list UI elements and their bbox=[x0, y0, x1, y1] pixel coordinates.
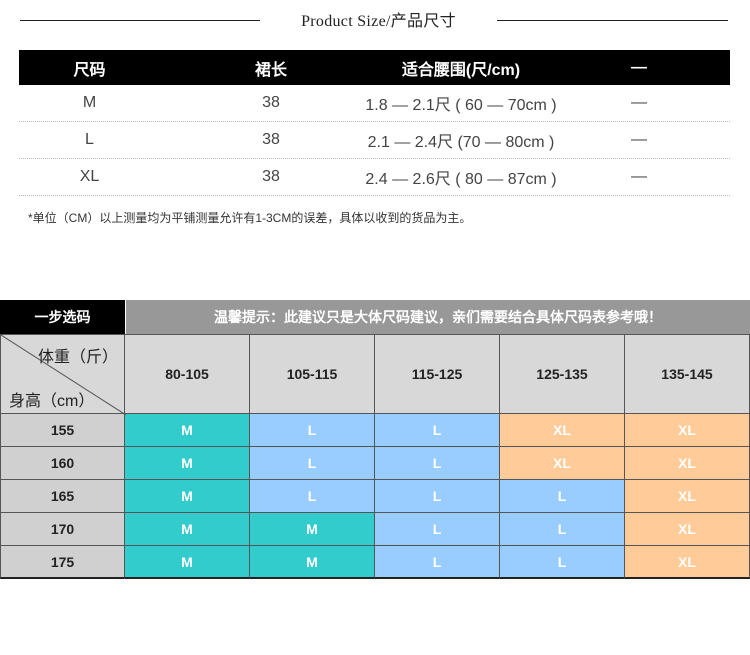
table-row: L 38 2.1 — 2.4尺 (70 — 80cm ) — bbox=[19, 122, 730, 159]
weight-range: 135-145 bbox=[625, 334, 750, 414]
recommended-size: L bbox=[500, 513, 625, 546]
height-value: 155 bbox=[0, 414, 125, 447]
recommendation-tip: 温馨提示：此建议只是大体尺码建议，亲们需要结合具体尺码表参考哦！ bbox=[125, 300, 750, 334]
size-table: 尺码 裙长 适合腰围(尺/cm) — M 38 1.8 — 2.1尺 ( 60 … bbox=[19, 50, 730, 196]
cell-waist: 1.8 — 2.1尺 ( 60 — 70cm ) bbox=[365, 97, 557, 114]
table-row: 170 M M L L XL bbox=[0, 513, 750, 546]
title-rule-right bbox=[497, 20, 728, 21]
cell-size: XL bbox=[79, 168, 100, 185]
header-waist: 适合腰围(尺/cm) bbox=[401, 61, 521, 79]
recommended-size: L bbox=[500, 480, 625, 513]
recommended-size: L bbox=[375, 546, 500, 579]
title-rule-left bbox=[20, 20, 260, 21]
recommended-size: XL bbox=[625, 414, 750, 447]
table-row: 160 M L L XL XL bbox=[0, 447, 750, 480]
cell-size: L bbox=[85, 131, 94, 148]
recommended-size: L bbox=[375, 414, 500, 447]
recommended-size: M bbox=[250, 546, 375, 579]
header-size: 尺码 bbox=[73, 61, 106, 79]
recommended-size: L bbox=[250, 480, 375, 513]
weight-range: 115-125 bbox=[375, 334, 500, 414]
recommendation-banner: 一步选码 温馨提示：此建议只是大体尺码建议，亲们需要结合具体尺码表参考哦！ bbox=[0, 300, 750, 334]
cell-extra: — bbox=[631, 94, 647, 111]
measurement-note: *单位（CM）以上测量均为平铺测量允许有1-3CM的误差，具体以收到的货品为主。 bbox=[28, 211, 472, 225]
weight-axis-label: 体重（斤） bbox=[37, 349, 118, 366]
recommended-size: XL bbox=[625, 546, 750, 579]
recommended-size: M bbox=[250, 513, 375, 546]
recommended-size: M bbox=[125, 414, 250, 447]
recommendation-tag: 一步选码 bbox=[0, 300, 125, 334]
table-row: 175 M M L L XL bbox=[0, 546, 750, 579]
recommended-size: L bbox=[250, 447, 375, 480]
header-length: 裙长 bbox=[254, 61, 287, 79]
page-title: Product Size/产品尺寸 bbox=[301, 13, 456, 30]
recommended-size: M bbox=[125, 546, 250, 579]
height-value: 160 bbox=[0, 447, 125, 480]
height-rows: 155 M L L XL XL 160 M L L XL XL 165 M L L L XL 170 M M L L XL 17… bbox=[0, 414, 750, 579]
table-row: 165 M L L L XL bbox=[0, 480, 750, 513]
recommended-size: M bbox=[125, 480, 250, 513]
weight-range: 105-115 bbox=[250, 334, 375, 414]
cell-length: 38 bbox=[262, 131, 280, 148]
cell-waist: 2.4 — 2.6尺 ( 80 — 87cm ) bbox=[365, 171, 557, 188]
recommended-size: XL bbox=[500, 414, 625, 447]
weight-range: 80-105 bbox=[125, 334, 250, 414]
table-row: 155 M L L XL XL bbox=[0, 414, 750, 447]
height-value: 175 bbox=[0, 546, 125, 579]
header-extra: — bbox=[631, 58, 647, 76]
height-axis-label: 身高（cm） bbox=[9, 393, 95, 410]
cell-size: M bbox=[82, 94, 97, 111]
weight-header-row: 体重（斤） 身高（cm） 80-105 105-115 115-125 125-… bbox=[0, 334, 750, 415]
recommended-size: M bbox=[125, 447, 250, 480]
cell-length: 38 bbox=[262, 168, 280, 185]
size-recommendation: 一步选码 温馨提示：此建议只是大体尺码建议，亲们需要结合具体尺码表参考哦！ 体重… bbox=[0, 300, 750, 579]
cell-length: 38 bbox=[262, 94, 280, 111]
recommended-size: M bbox=[125, 513, 250, 546]
cell-extra: — bbox=[631, 168, 647, 185]
recommended-size: L bbox=[500, 546, 625, 579]
table-row: M 38 1.8 — 2.1尺 ( 60 — 70cm ) — bbox=[19, 85, 730, 122]
recommended-size: L bbox=[250, 414, 375, 447]
table-row: XL 38 2.4 — 2.6尺 ( 80 — 87cm ) — bbox=[19, 159, 730, 196]
size-table-header: 尺码 裙长 适合腰围(尺/cm) — bbox=[19, 50, 730, 85]
recommended-size: XL bbox=[500, 447, 625, 480]
recommended-size: XL bbox=[625, 513, 750, 546]
recommended-size: L bbox=[375, 513, 500, 546]
cell-waist: 2.1 — 2.4尺 (70 — 80cm ) bbox=[367, 134, 555, 151]
weight-range: 125-135 bbox=[500, 334, 625, 414]
recommended-size: XL bbox=[625, 480, 750, 513]
cell-extra: — bbox=[631, 131, 647, 148]
recommendation-grid: 体重（斤） 身高（cm） 80-105 105-115 115-125 125-… bbox=[0, 334, 750, 579]
recommended-size: XL bbox=[625, 447, 750, 480]
corner-cell: 体重（斤） 身高（cm） bbox=[0, 334, 126, 415]
recommended-size: L bbox=[375, 447, 500, 480]
height-value: 165 bbox=[0, 480, 125, 513]
recommended-size: L bbox=[375, 480, 500, 513]
height-value: 170 bbox=[0, 513, 125, 546]
